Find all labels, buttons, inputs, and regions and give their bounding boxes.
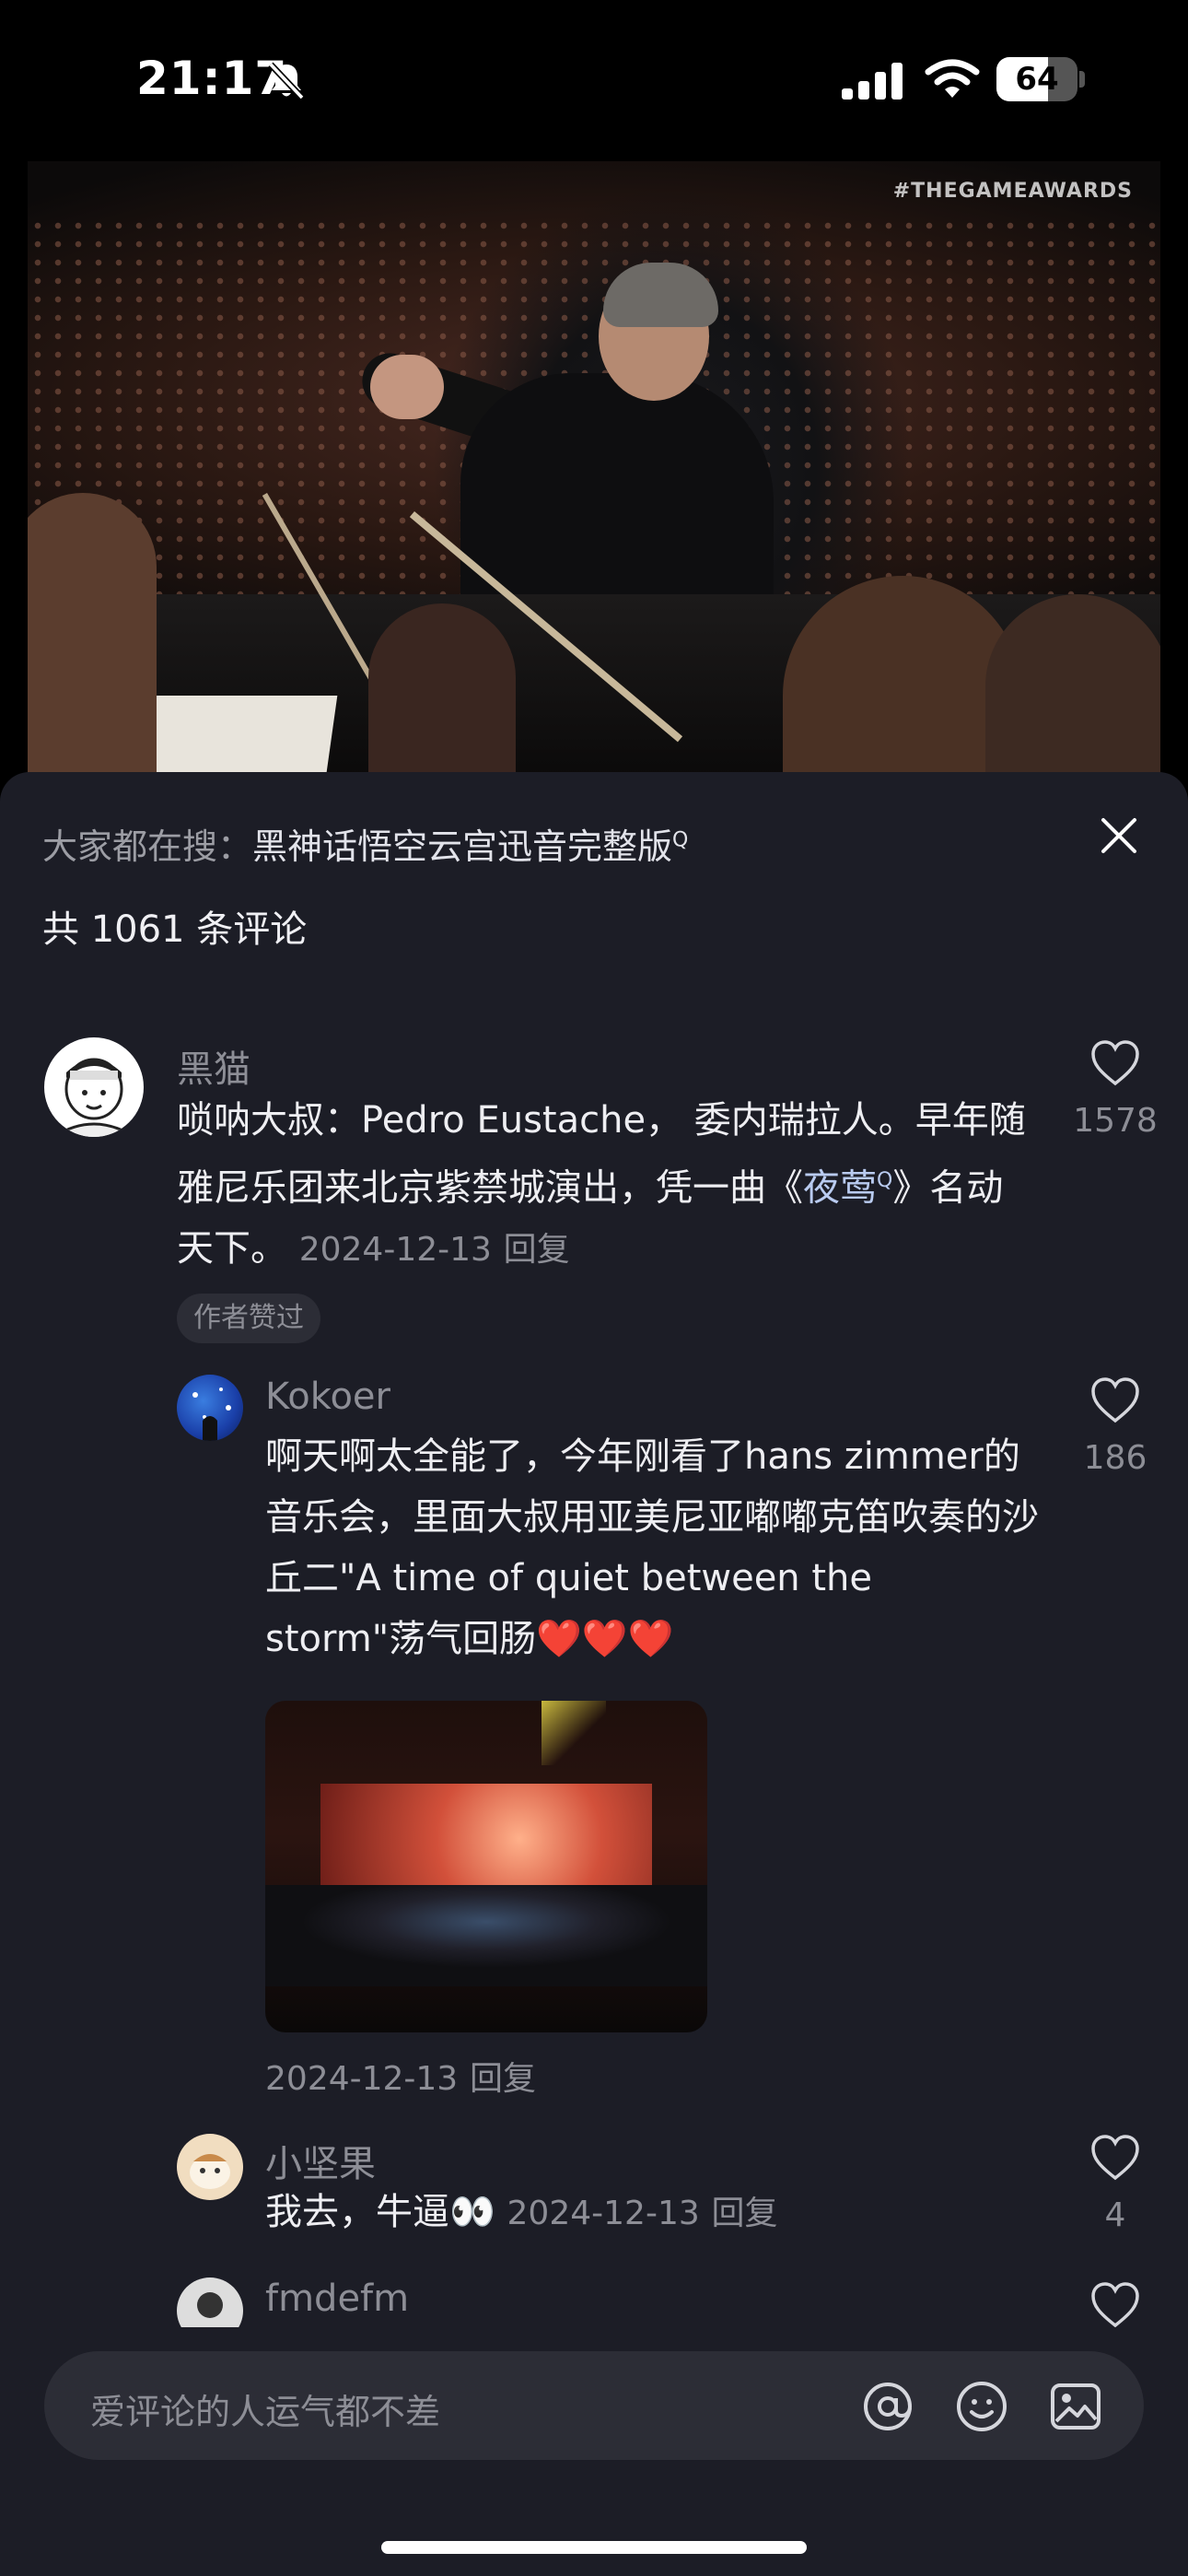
search-small-icon: Q: [672, 828, 689, 852]
comment-text: 我去，牛逼👀 2024-12-13 回复: [265, 2191, 778, 2233]
like-count: 4: [1104, 2196, 1126, 2234]
comments-panel: 大家都在搜：黑神话悟空云宫迅音完整版Q 共 1061 条评论 黑猫 唢呐大叔：P…: [0, 772, 1188, 2576]
status-time: 21:17: [136, 52, 288, 105]
heart-icon[interactable]: [1089, 1039, 1141, 1087]
comment-count: 共 1061 条评论: [42, 908, 308, 951]
comment-date: 2024-12-13: [298, 1231, 492, 1270]
battery-level: 64: [1015, 61, 1059, 98]
battery-indicator: 64: [996, 57, 1085, 101]
home-indicator: [381, 2541, 807, 2554]
author-liked-badge: 作者赞过: [177, 1294, 320, 1343]
comment-text: 唢呐大叔：Pedro Eustache， 委内瑞拉人。早年随雅尼乐团来北京紫禁城…: [177, 1099, 1026, 1270]
comment-image[interactable]: [265, 1701, 707, 2032]
wifi-icon: [925, 59, 980, 98]
emoji-icon[interactable]: [954, 2379, 1009, 2434]
image-icon[interactable]: [1048, 2379, 1103, 2434]
search-suggestion[interactable]: 大家都在搜：黑神话悟空云宫迅音完整版Q: [42, 818, 688, 869]
comment-username[interactable]: 黑猫: [177, 1039, 250, 1093]
search-suggestion-prefix: 大家都在搜：: [42, 826, 253, 867]
cartoon-avatar-icon: [52, 1058, 135, 1137]
video-watermark: #THEGAMEAWARDS: [892, 180, 1133, 203]
reply-button[interactable]: 回复: [711, 2195, 777, 2232]
search-suggestion-keyword[interactable]: 黑神话悟空云宫迅音完整版: [252, 826, 672, 867]
reply-button[interactable]: 回复: [504, 1231, 570, 1269]
comment-input[interactable]: 爱评论的人运气都不差: [44, 2351, 1144, 2460]
status-bar: 21:17 64: [0, 0, 1188, 157]
at-icon[interactable]: [860, 2379, 915, 2434]
comment-username[interactable]: 小坚果: [265, 2134, 376, 2187]
comment-text: 啊天啊太全能了，今年刚看了hans zimmer的音乐会，里面大叔用亚美尼亚嘟嘟…: [265, 1435, 1039, 1660]
heart-icon[interactable]: [1089, 2281, 1141, 2329]
avatar[interactable]: [177, 2134, 243, 2200]
comment-date: 2024-12-13: [265, 2060, 459, 2098]
like-count: 186: [1083, 1439, 1147, 1477]
comment-username[interactable]: Kokoer: [265, 1376, 390, 1418]
reply-button[interactable]: 回复: [470, 2060, 536, 2098]
comment-date: 2024-12-13: [507, 2195, 700, 2232]
bell-muted-icon: [268, 62, 305, 100]
heart-icon[interactable]: [1089, 2134, 1141, 2182]
avatar[interactable]: [177, 1375, 243, 1441]
avatar[interactable]: [44, 1037, 144, 1137]
cellular-signal-icon: [842, 63, 903, 100]
comment-input-placeholder: 爱评论的人运气都不差: [90, 2392, 441, 2432]
comment-username[interactable]: fmdefm: [265, 2277, 409, 2320]
comment-meta: 2024-12-13 回复: [265, 2047, 536, 2110]
video-player[interactable]: #THEGAMEAWARDS: [28, 161, 1160, 774]
like-count: 1578: [1073, 1102, 1158, 1140]
heart-icon[interactable]: [1089, 1376, 1141, 1424]
comment-link-keyword[interactable]: 夜莺: [803, 1166, 877, 1209]
search-small-icon: Q: [877, 1169, 893, 1192]
close-icon[interactable]: [1096, 813, 1142, 859]
